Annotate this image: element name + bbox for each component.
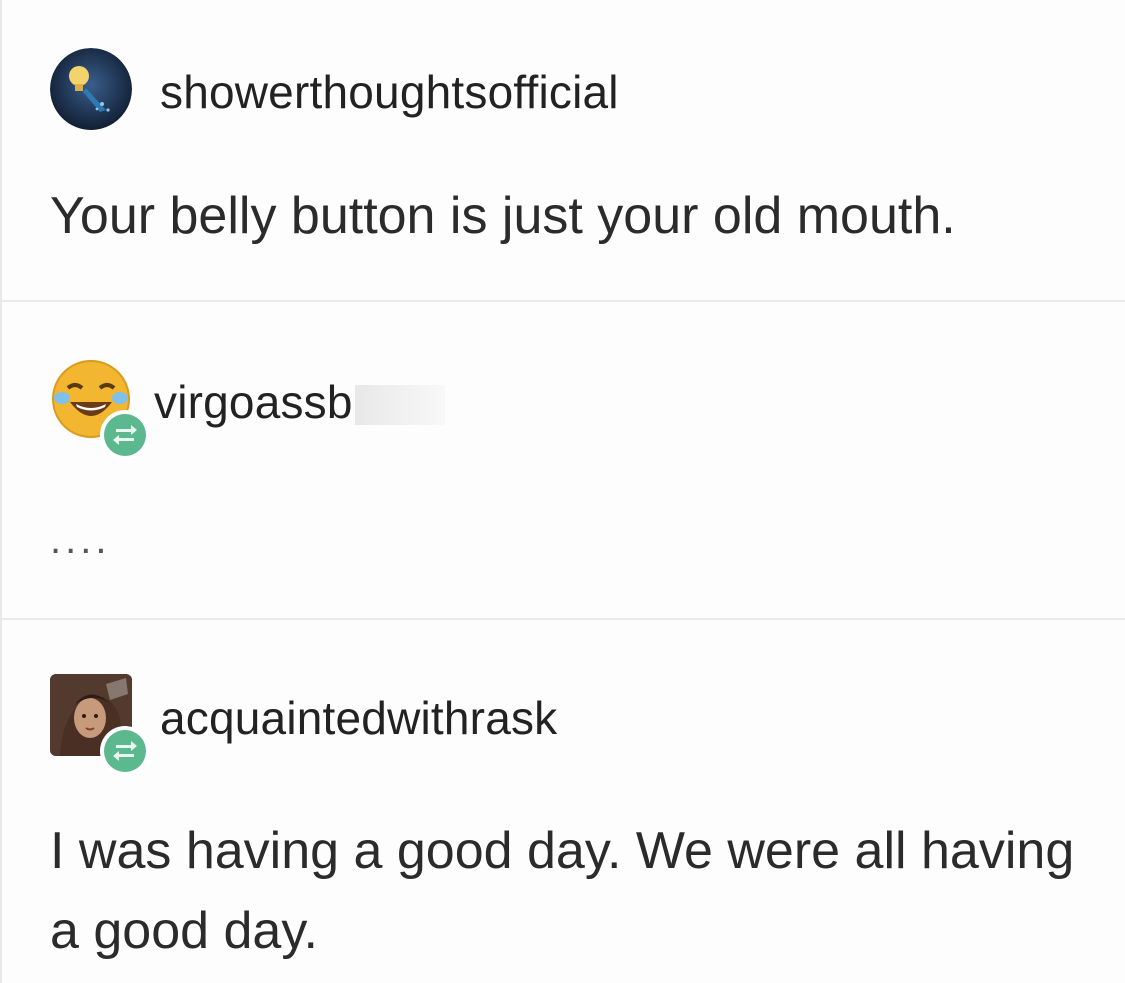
blurred-username-suffix <box>354 385 445 426</box>
post-reblog: virgoassb .... <box>2 300 1125 618</box>
lightbulb-avatar-icon[interactable] <box>50 48 132 130</box>
username-text[interactable]: virgoassb <box>154 376 353 428</box>
username[interactable]: virgoassb <box>154 379 445 426</box>
avatar-container[interactable] <box>50 48 138 136</box>
username[interactable]: acquaintedwithrask <box>160 695 557 741</box>
post-text: Your belly button is just your old mouth… <box>50 187 956 245</box>
post-header: virgoassb <box>50 358 445 460</box>
reblog-icon <box>100 410 150 460</box>
post-original: showerthoughtsofficial Your belly button… <box>2 0 1125 300</box>
avatar-container[interactable] <box>50 358 150 460</box>
post-header: showerthoughtsofficial <box>50 48 619 136</box>
username[interactable]: showerthoughtsofficial <box>160 69 619 115</box>
post-text: .... <box>50 518 111 562</box>
post-header: acquaintedwithrask <box>50 674 557 776</box>
reblog-thread: showerthoughtsofficial Your belly button… <box>0 0 1125 983</box>
reblog-icon <box>100 726 150 776</box>
post-text: I was having a good day. We were all hav… <box>50 822 1089 960</box>
avatar-container[interactable] <box>50 674 150 776</box>
post-reblog: acquaintedwithrask I was having a good d… <box>2 618 1125 983</box>
